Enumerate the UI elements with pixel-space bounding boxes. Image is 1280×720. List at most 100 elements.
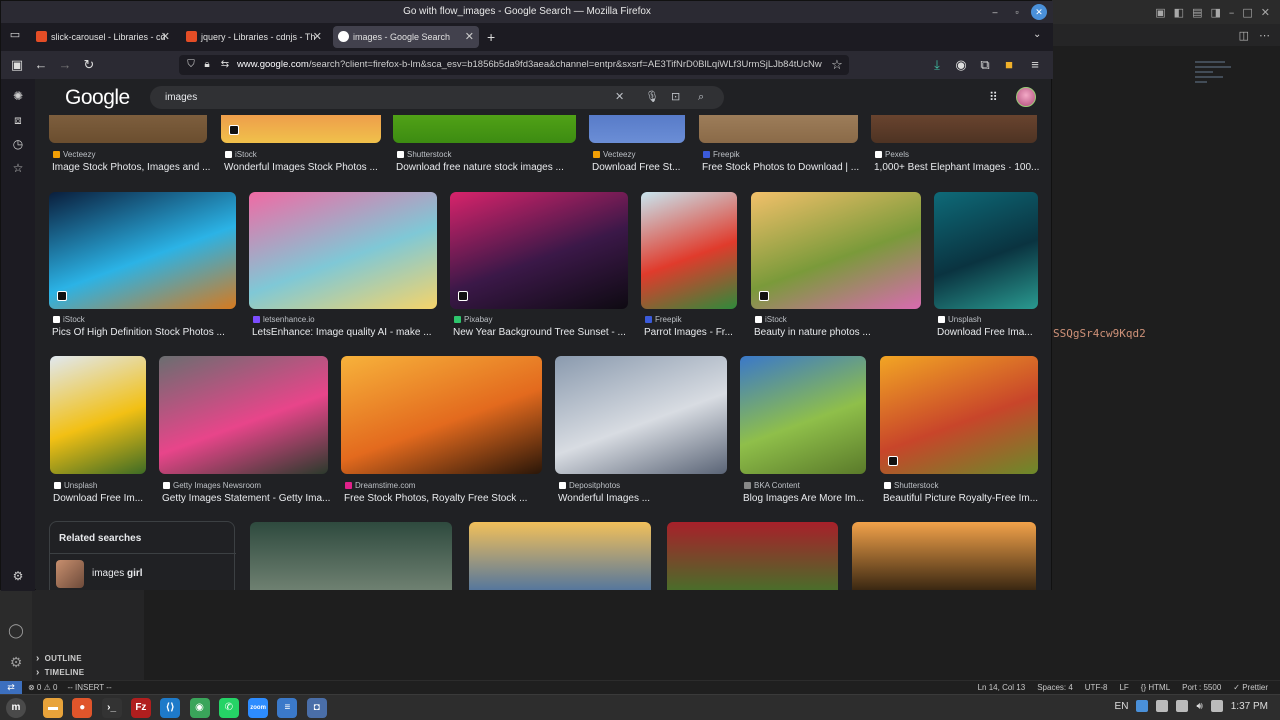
layout-icon[interactable]: ◧	[1174, 6, 1184, 19]
close-icon[interactable]: ✕	[1031, 4, 1047, 20]
minimap[interactable]	[1195, 58, 1235, 98]
lens-icon[interactable]: ⊡	[671, 86, 680, 109]
result-source[interactable]: Freepik	[645, 315, 682, 324]
history-icon[interactable]: ◷	[11, 137, 25, 151]
microphone-icon[interactable]: 🎙︎	[645, 86, 659, 109]
google-apps-icon[interactable]: ⠿	[989, 91, 1001, 103]
language-status[interactable]: {} HTML	[1141, 683, 1170, 692]
avatar[interactable]	[1016, 87, 1036, 107]
image-result[interactable]	[751, 192, 921, 309]
result-title[interactable]: Parrot Images - Fr...	[644, 327, 744, 338]
result-source[interactable]: Pexels	[875, 150, 909, 159]
image-result[interactable]	[641, 192, 737, 309]
image-result[interactable]	[740, 356, 866, 474]
result-title[interactable]: Beauty in nature photos ...	[754, 327, 928, 338]
extension-icon[interactable]: ■	[1001, 57, 1017, 73]
image-result[interactable]	[49, 192, 236, 309]
layout-icon[interactable]: ▤	[1192, 6, 1202, 19]
firefox-icon[interactable]: ●	[72, 698, 93, 718]
result-source[interactable]: BKA Content	[744, 481, 800, 490]
lock-icon[interactable]: 🔒︎	[199, 57, 215, 73]
zoom-icon[interactable]: zoom	[248, 698, 269, 718]
permissions-icon[interactable]: ⇆	[217, 57, 233, 73]
maximize-icon[interactable]: □	[1242, 6, 1252, 19]
timeline-section[interactable]: TIMELINE	[36, 667, 84, 678]
problems-status[interactable]: ⊗ 0 ⚠ 0	[28, 683, 57, 692]
tab-jquery[interactable]: jquery - Libraries - cdnjs - Th ✕	[181, 26, 327, 48]
image-result[interactable]	[249, 192, 437, 309]
close-icon[interactable]: ✕	[1261, 6, 1270, 19]
result-source[interactable]: Shutterstock	[397, 150, 451, 159]
image-result[interactable]	[341, 356, 542, 474]
related-thumbnail[interactable]	[56, 560, 84, 588]
split-editor-icon[interactable]: ◫	[1239, 29, 1249, 42]
image-result[interactable]	[50, 356, 146, 474]
result-source[interactable]: Freepik	[703, 150, 740, 159]
image-result[interactable]	[469, 522, 651, 590]
synced-tabs-icon[interactable]: ⧈	[11, 113, 25, 127]
result-source[interactable]: Shutterstock	[884, 481, 938, 490]
image-result[interactable]	[555, 356, 727, 474]
forward-icon[interactable]: →	[57, 57, 73, 73]
close-tab-icon[interactable]: ✕	[161, 26, 170, 48]
settings-gear-icon[interactable]: ⚙	[8, 654, 24, 670]
clock[interactable]: 1:37 PM	[1231, 701, 1268, 712]
remote-icon[interactable]: ⇄	[0, 681, 22, 695]
result-source[interactable]: Getty Images Newsroom	[163, 481, 261, 490]
extensions-icon[interactable]: ⧉	[977, 57, 993, 73]
result-source[interactable]: Dreamstime.com	[345, 481, 415, 490]
image-result[interactable]	[667, 522, 838, 590]
tab-group-icon[interactable]: ▭	[7, 27, 23, 43]
result-title[interactable]: Download Free Im...	[53, 493, 153, 504]
image-result[interactable]	[852, 522, 1036, 590]
whatsapp-icon[interactable]: ✆	[218, 698, 239, 718]
sidebar-toggle-icon[interactable]: ▣	[9, 57, 25, 73]
result-title[interactable]: Download free nature stock images ...	[396, 162, 583, 173]
back-icon[interactable]: ←	[33, 57, 49, 73]
result-title[interactable]: Blog Images Are More Im...	[743, 493, 873, 504]
network-icon[interactable]	[1176, 700, 1189, 712]
files-icon[interactable]: ▬	[43, 698, 63, 718]
list-all-tabs-icon[interactable]: ⌄	[1033, 29, 1041, 40]
result-source[interactable]: Vecteezy	[593, 150, 635, 159]
battery-icon[interactable]	[1210, 700, 1223, 712]
image-result[interactable]	[934, 192, 1038, 309]
result-title[interactable]: Download Free St...	[592, 162, 692, 173]
result-source[interactable]: Unsplash	[54, 481, 97, 490]
result-title[interactable]: Download Free Ima...	[937, 327, 1045, 338]
reload-icon[interactable]: ↻	[81, 57, 97, 73]
more-icon[interactable]: ⋯	[1259, 29, 1270, 42]
result-title[interactable]: New Year Background Tree Sunset - ...	[453, 327, 635, 338]
url-bar[interactable]: ⛉ 🔒︎ ⇆ www.google.com/search?client=fire…	[179, 55, 849, 75]
outline-section[interactable]: OUTLINE	[36, 653, 82, 664]
account-icon[interactable]: ◯	[8, 622, 24, 638]
encoding-status[interactable]: UTF-8	[1085, 683, 1108, 692]
result-title[interactable]: Wonderful Images Stock Photos ...	[224, 162, 388, 173]
result-title[interactable]: Beautiful Picture Royalty-Free Im...	[883, 493, 1045, 504]
menu-icon[interactable]: ≡	[1027, 57, 1043, 73]
image-result[interactable]	[159, 356, 328, 474]
shield-icon[interactable]: ⛉	[183, 57, 199, 73]
account-icon[interactable]: ◉	[953, 57, 969, 73]
result-title[interactable]: LetsEnhance: Image quality AI - make ...	[252, 327, 444, 338]
menu-icon[interactable]: m	[6, 698, 26, 718]
tab-google-search[interactable]: images - Google Search ✕	[333, 26, 479, 48]
result-title[interactable]: Free Stock Photos, Royalty Free Stock ..…	[344, 493, 549, 504]
indentation-status[interactable]: Spaces: 4	[1037, 683, 1073, 692]
close-tab-icon[interactable]: ✕	[313, 26, 322, 48]
bookmark-star-icon[interactable]: ☆	[829, 57, 845, 73]
customize-sidebar-icon[interactable]: ⚙	[11, 569, 25, 583]
result-title[interactable]: Image Stock Photos, Images and ...	[52, 162, 214, 173]
terminal-icon[interactable]: ›_	[101, 698, 122, 718]
result-source[interactable]: letsenhance.io	[253, 315, 315, 324]
minimize-icon[interactable]: –	[1229, 6, 1235, 19]
result-title[interactable]: Pics Of High Definition Stock Photos ...	[52, 327, 243, 338]
screenshot-icon[interactable]: ◘	[306, 698, 327, 718]
cursor-position[interactable]: Ln 14, Col 13	[978, 683, 1026, 692]
eol-status[interactable]: LF	[1119, 683, 1128, 692]
result-title[interactable]: Getty Images Statement - Getty Ima...	[162, 493, 335, 504]
clear-icon[interactable]: ✕	[615, 86, 624, 109]
search-icon[interactable]: ⌕	[698, 86, 704, 109]
ai-chatbot-icon[interactable]: ✺	[11, 89, 25, 103]
live-server-port[interactable]: Port : 5500	[1182, 683, 1221, 692]
